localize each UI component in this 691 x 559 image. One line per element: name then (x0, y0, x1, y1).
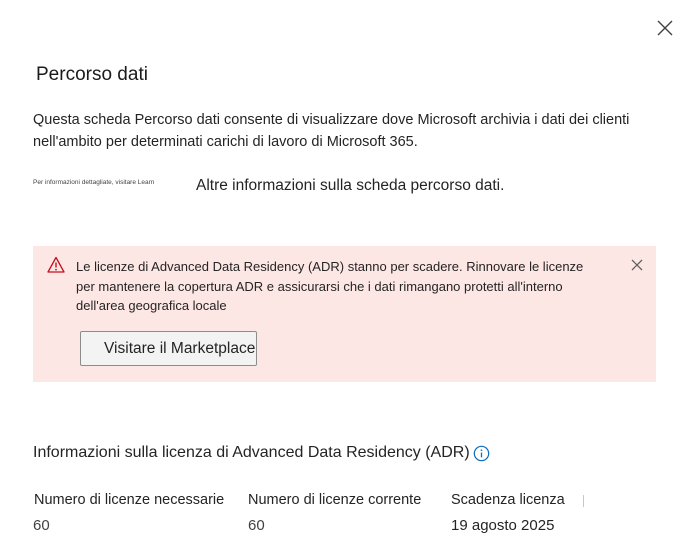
close-icon (657, 20, 673, 36)
visit-marketplace-button[interactable]: Visitare il Marketplace (80, 331, 257, 366)
required-licenses-value: 60 (33, 517, 50, 534)
current-licenses-label: Numero di licenze corrente (248, 492, 422, 508)
learn-more-link[interactable]: Altre informazioni sulla scheda percorso… (196, 177, 504, 195)
current-licenses-value: 60 (248, 517, 265, 534)
license-expiry-value: 19 agosto 2025 (451, 517, 555, 534)
close-panel-button[interactable] (654, 17, 676, 39)
column-divider (583, 495, 584, 507)
info-icon[interactable] (473, 445, 490, 462)
license-expiry-banner: Le licenze di Advanced Data Residency (A… (33, 246, 656, 382)
required-licenses-label: Numero di licenze necessarie (34, 492, 225, 508)
banner-message: Le licenze di Advanced Data Residency (A… (76, 259, 584, 313)
license-section-title-text: Informazioni sulla licenza di Advanced D… (33, 444, 470, 461)
description-text: Questa scheda Percorso dati consente di … (33, 112, 630, 150)
page-title: Percorso dati (36, 64, 148, 85)
learn-small-text: Per informazioni dettagliate, visitare L… (33, 179, 155, 186)
dismiss-banner-icon[interactable] (629, 257, 645, 273)
warning-icon (47, 256, 65, 273)
license-section-title: Informazioni sulla licenza di Advanced D… (33, 444, 490, 462)
license-expiry-label: Scadenza licenza (451, 492, 565, 508)
